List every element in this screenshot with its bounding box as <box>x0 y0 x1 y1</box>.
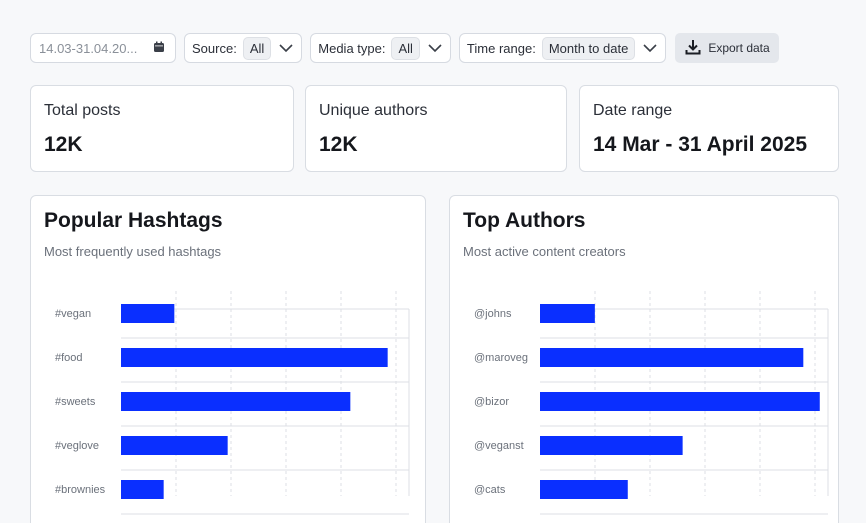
stat-value: 14 Mar - 31 April 2025 <box>593 133 807 156</box>
source-label: Source: <box>192 40 237 56</box>
filter-toolbar: 14.03-31.04.20... Source: All Media type… <box>30 33 779 63</box>
calendar-icon <box>153 41 165 56</box>
bar <box>121 304 175 323</box>
chevron-down-icon <box>641 39 659 57</box>
bar <box>121 348 388 367</box>
category-label: @veganst <box>474 440 524 452</box>
authors-bar-chart: @johns @maroveg @bizor @veganst @cats <box>474 291 829 515</box>
source-value: All <box>242 36 272 60</box>
category-label: @cats <box>474 484 506 496</box>
stat-card-date-range: Date range 14 Mar - 31 April 2025 <box>579 85 839 172</box>
media-type-label: Media type: <box>318 40 386 56</box>
category-label: @maroveg <box>474 352 528 364</box>
hashtags-bar-chart: #vegan #food #sweets #veglove #brownies <box>55 291 410 515</box>
stat-value: 12K <box>319 133 358 156</box>
chevron-down-icon <box>426 39 444 57</box>
chevron-down-icon <box>277 39 295 57</box>
media-type-select[interactable]: Media type: All <box>310 33 451 63</box>
bar <box>540 304 595 323</box>
category-label: #sweets <box>55 396 96 408</box>
category-label: #veglove <box>55 440 99 452</box>
stat-label: Date range <box>593 102 673 119</box>
stat-label: Unique authors <box>319 102 428 119</box>
export-data-button[interactable]: Export data <box>675 33 779 63</box>
bar <box>121 480 164 499</box>
category-label: @bizor <box>474 396 509 408</box>
bar <box>121 436 228 455</box>
stat-card-total-posts: Total posts 12K <box>30 85 294 172</box>
bar <box>540 392 820 411</box>
time-range-value: Month to date <box>541 36 636 60</box>
category-label: #food <box>55 352 83 364</box>
date-range-value: 14.03-31.04.20... <box>39 40 138 56</box>
bar <box>121 392 351 411</box>
date-range-input[interactable]: 14.03-31.04.20... <box>30 33 176 63</box>
bar <box>540 348 804 367</box>
bar <box>540 436 683 455</box>
category-label: @johns <box>474 308 512 320</box>
source-select[interactable]: Source: All <box>184 33 303 63</box>
media-type-value: All <box>391 36 420 60</box>
category-label: #vegan <box>55 308 91 320</box>
top-authors-panel: Top Authors Most active content creators… <box>449 195 839 523</box>
popular-hashtags-panel: Popular Hashtags Most frequently used ha… <box>30 195 426 523</box>
stat-card-unique-authors: Unique authors 12K <box>305 85 567 172</box>
time-range-label: Time range: <box>466 40 536 56</box>
category-label: #brownies <box>55 484 106 496</box>
time-range-select[interactable]: Time range: Month to date <box>458 33 667 63</box>
stat-label: Total posts <box>44 102 121 119</box>
bar <box>540 480 628 499</box>
export-data-label: Export data <box>708 41 770 55</box>
download-icon <box>685 39 701 58</box>
stat-value: 12K <box>44 133 83 156</box>
